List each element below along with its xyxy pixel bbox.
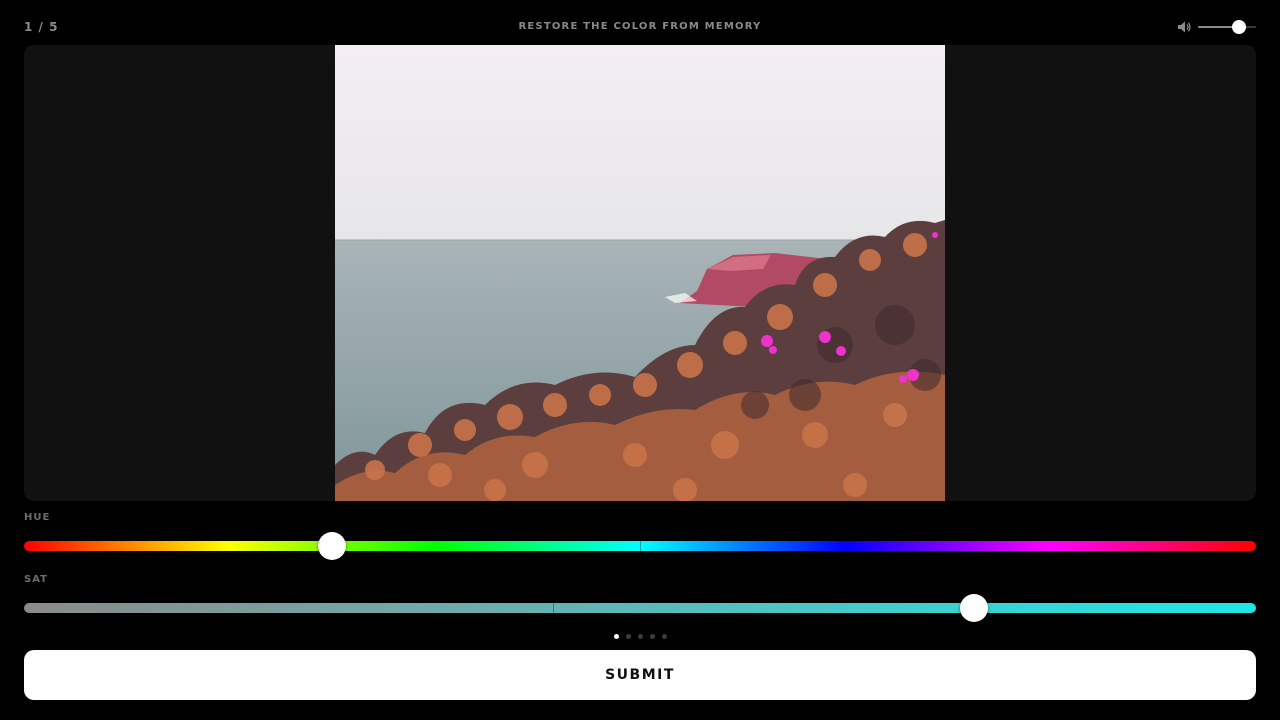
sat-slider-track[interactable] [24,603,1256,613]
hue-label: HUE [24,512,51,523]
page-title: RESTORE THE COLOR FROM MEMORY [518,21,762,32]
scene-photo [335,45,945,501]
pagination-dot[interactable] [625,634,631,639]
speaker-icon[interactable] [1176,19,1192,35]
volume-control[interactable] [1176,19,1256,35]
submit-button[interactable]: SUBMIT [24,650,1256,700]
image-viewer [24,45,1256,501]
pagination-dot[interactable] [661,634,667,639]
sat-label: SAT [24,574,48,585]
pagination-dots [0,634,1280,640]
sat-slider[interactable] [24,594,1256,622]
pagination-dot[interactable] [637,634,643,639]
hue-center-mark [640,540,641,552]
top-bar: 1 / 5 RESTORE THE COLOR FROM MEMORY [0,0,1280,45]
hue-slider[interactable] [24,532,1256,560]
sat-center-mark [552,602,554,614]
volume-slider-thumb[interactable] [1231,20,1246,34]
sat-slider-thumb[interactable] [959,594,988,622]
pagination-dot[interactable] [649,634,655,639]
volume-slider-track[interactable] [1198,20,1256,34]
hue-slider-thumb[interactable] [318,532,346,560]
pagination-dot[interactable] [613,634,619,639]
